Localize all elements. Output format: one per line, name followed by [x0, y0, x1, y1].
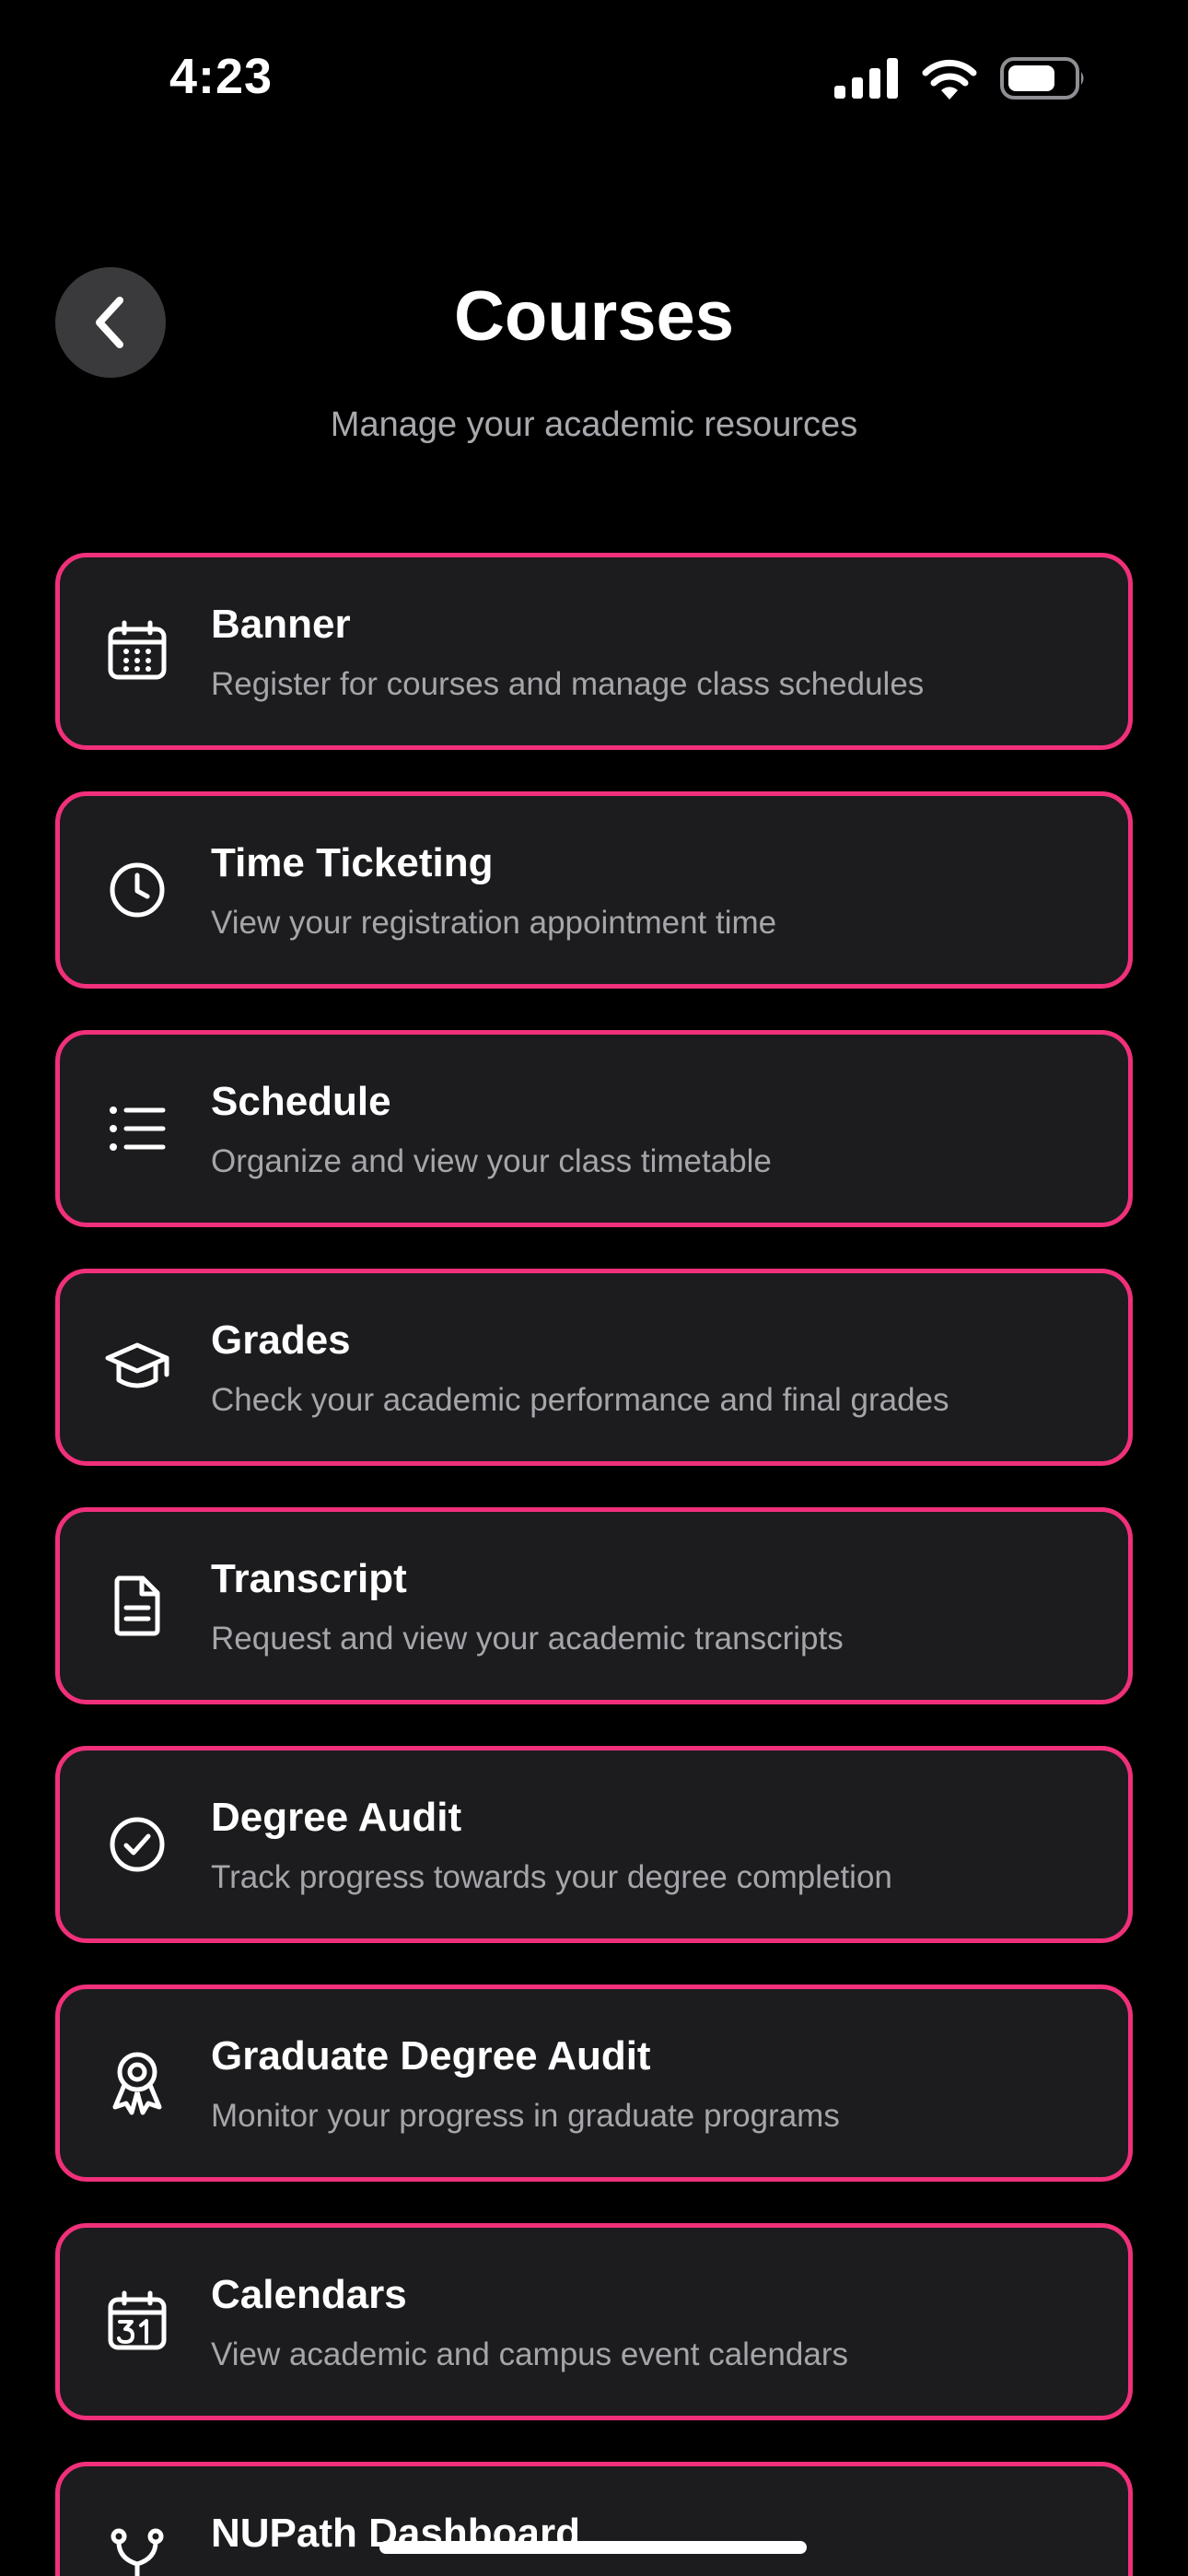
courses-screen: 4:23 Courses Manage your academic resour…	[0, 0, 1188, 2576]
card-nupath-dashboard[interactable]: NUPath Dashboard	[55, 2462, 1133, 2576]
calendar-grid-icon	[104, 618, 170, 685]
card-time-ticketing[interactable]: Time Ticketing View your registration ap…	[55, 791, 1133, 989]
card-grades[interactable]: Grades Check your academic performance a…	[55, 1269, 1133, 1466]
card-schedule[interactable]: Schedule Organize and view your class ti…	[55, 1030, 1133, 1227]
card-title: Calendars	[211, 2272, 407, 2317]
page-subtitle: Manage your academic resources	[330, 405, 858, 444]
card-title: Grades	[211, 1317, 351, 1363]
card-description: View your registration appointment time	[211, 905, 777, 941]
card-graduate-degree-audit[interactable]: Graduate Degree Audit Monitor your progr…	[55, 1985, 1133, 2182]
card-title: Banner	[211, 602, 351, 647]
list-icon	[104, 1095, 170, 1162]
card-title: Time Ticketing	[211, 840, 494, 885]
graduation-cap-icon	[104, 1334, 170, 1400]
calendar-31-icon	[104, 2289, 170, 2355]
card-title: Graduate Degree Audit	[211, 2033, 651, 2078]
branch-icon	[104, 2527, 170, 2576]
card-degree-audit[interactable]: Degree Audit Track progress towards your…	[55, 1746, 1133, 1943]
card-description: Register for courses and manage class sc…	[211, 666, 925, 702]
battery-icon	[1000, 57, 1084, 100]
award-ribbon-icon	[104, 2050, 170, 2116]
card-transcript[interactable]: Transcript Request and view your academi…	[55, 1507, 1133, 1704]
card-description: Check your academic performance and fina…	[211, 1382, 949, 1418]
card-title: Schedule	[211, 1079, 391, 1124]
card-banner[interactable]: Banner Register for courses and manage c…	[55, 553, 1133, 750]
status-icons	[834, 57, 1087, 100]
status-bar: 4:23	[0, 0, 1188, 157]
check-circle-icon	[104, 1811, 170, 1878]
card-title: Degree Audit	[211, 1795, 462, 1840]
card-calendars[interactable]: Calendars View academic and campus event…	[55, 2223, 1133, 2420]
cellular-signal-icon	[834, 58, 898, 99]
card-description: Request and view your academic transcrip…	[211, 1621, 844, 1657]
status-time: 4:23	[169, 49, 274, 104]
wifi-icon	[922, 59, 977, 100]
home-indicator[interactable]	[379, 2541, 807, 2554]
card-title: Transcript	[211, 1556, 407, 1601]
card-description: Track progress towards your degree compl…	[211, 1859, 892, 1895]
document-icon	[104, 1573, 170, 1639]
card-description: View academic and campus event calendars	[211, 2336, 848, 2372]
page-title: Courses	[453, 277, 735, 356]
card-description: Organize and view your class timetable	[211, 1143, 772, 1179]
card-description: Monitor your progress in graduate progra…	[211, 2098, 840, 2134]
clock-icon	[104, 857, 170, 923]
